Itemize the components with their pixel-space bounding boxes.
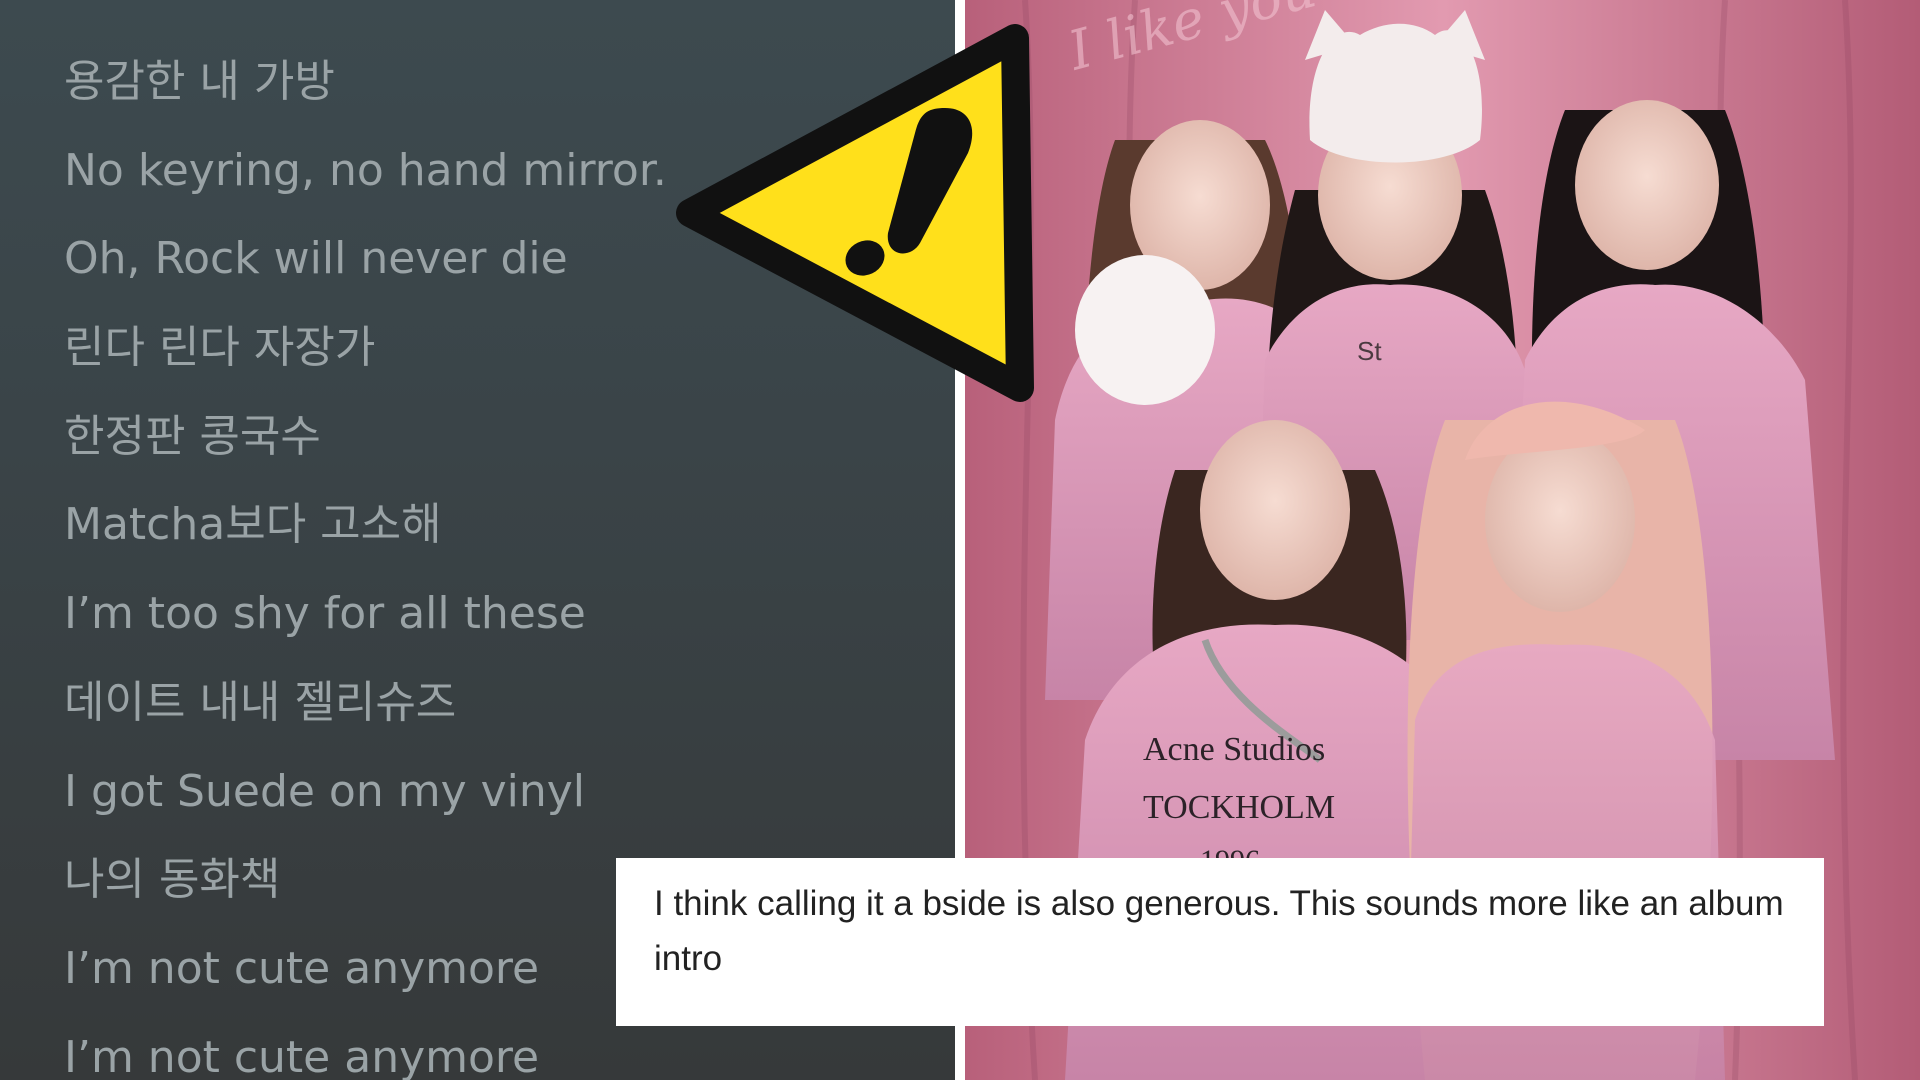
sweatshirt-line2: TOCKHOLM — [1143, 789, 1335, 826]
chest-text: St — [1357, 336, 1382, 366]
sweatshirt-line1: Acne Studios — [1143, 731, 1325, 768]
lyric-line: I’m not cute anymore — [64, 1031, 540, 1080]
lyric-line: 데이트 내내 젤리슈즈 — [64, 676, 457, 728]
lyric-line: Matcha보다 고소해 — [64, 499, 442, 551]
warning-icon — [676, 24, 1034, 402]
lyric-line: I’m too shy for all these — [64, 588, 586, 640]
comment-text: I think calling it a bside is also gener… — [654, 884, 1784, 978]
lyric-line: 린다 린다 자장가 — [64, 322, 376, 374]
lyric-line: I got Suede on my vinyl — [64, 765, 586, 817]
lyric-line: 나의 동화책 — [64, 854, 281, 906]
lyric-line: No keyring, no hand mirror. — [64, 144, 667, 196]
lyric-line: 한정판 콩국수 — [64, 410, 321, 462]
fluffy-glove — [1075, 255, 1215, 405]
comment-card: I think calling it a bside is also gener… — [616, 858, 1824, 1026]
lyric-line: 용감한 내 가방 — [64, 56, 335, 107]
lyric-line: I’m not cute anymore — [64, 942, 540, 994]
lyric-line: Oh, Rock will never die — [64, 233, 568, 285]
lyrics-list: 용감한 내 가방 No keyring, no hand mirror. Oh,… — [64, 38, 667, 1080]
